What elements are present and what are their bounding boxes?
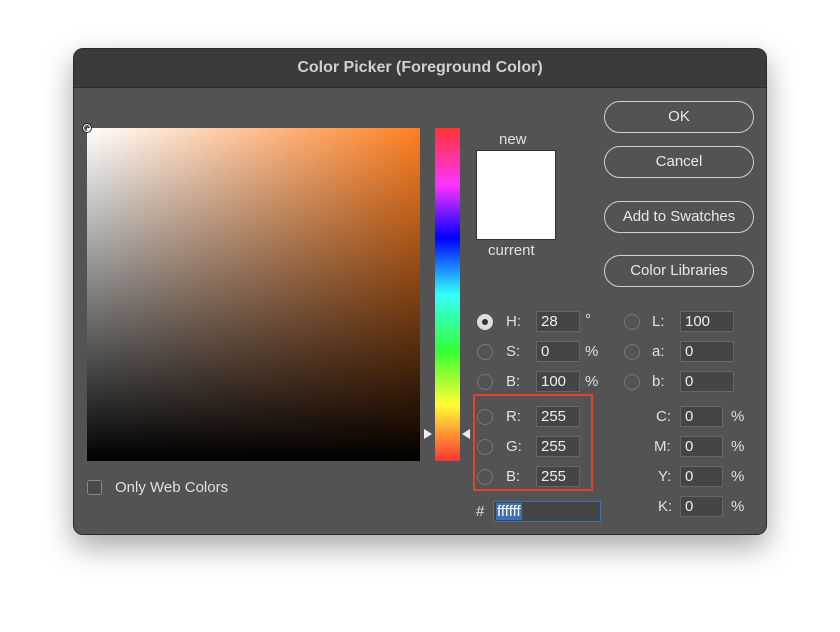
brightness-radio[interactable] xyxy=(477,374,493,390)
lab-l-label: L: xyxy=(652,313,665,330)
current-color-swatch[interactable] xyxy=(476,195,556,240)
blue-label: B: xyxy=(506,468,521,485)
hue-input[interactable]: 28 xyxy=(536,311,580,332)
black-label: K: xyxy=(658,498,673,515)
dialog-title: Color Picker (Foreground Color) xyxy=(74,49,766,88)
only-web-colors-label[interactable]: Only Web Colors xyxy=(115,479,228,496)
blue-input[interactable]: 255 xyxy=(536,466,580,487)
hue-slider-right-handle[interactable] xyxy=(462,429,470,439)
red-radio[interactable] xyxy=(477,409,493,425)
lab-b-radio[interactable] xyxy=(624,374,640,390)
color-field[interactable] xyxy=(87,128,420,461)
hex-input[interactable]: ffffff xyxy=(493,501,601,522)
hue-radio[interactable] xyxy=(477,314,493,330)
magenta-label: M: xyxy=(654,438,671,455)
saturation-input[interactable]: 0 xyxy=(536,341,580,362)
blue-radio[interactable] xyxy=(477,469,493,485)
cyan-label: C: xyxy=(656,408,671,425)
lab-l-input[interactable]: 100 xyxy=(680,311,734,332)
saturation-radio[interactable] xyxy=(477,344,493,360)
lab-a-label: a: xyxy=(652,343,665,360)
yellow-input[interactable]: 0 xyxy=(680,466,723,487)
hex-value: ffffff xyxy=(496,503,522,520)
saturation-unit: % xyxy=(585,343,599,360)
lab-a-radio[interactable] xyxy=(624,344,640,360)
only-web-colors-checkbox[interactable] xyxy=(87,480,102,495)
hue-unit: ° xyxy=(585,311,591,328)
cancel-button[interactable]: Cancel xyxy=(604,146,754,178)
current-label: current xyxy=(488,242,535,259)
magenta-unit: % xyxy=(731,438,745,455)
add-to-swatches-button[interactable]: Add to Swatches xyxy=(604,201,754,233)
lab-b-label: b: xyxy=(652,373,665,390)
yellow-label: Y: xyxy=(658,468,672,485)
black-unit: % xyxy=(731,498,745,515)
hue-slider-left-handle[interactable] xyxy=(424,429,432,439)
green-radio[interactable] xyxy=(477,439,493,455)
brightness-label: B: xyxy=(506,373,521,390)
brightness-unit: % xyxy=(585,373,599,390)
lab-b-input[interactable]: 0 xyxy=(680,371,734,392)
color-field-cursor[interactable] xyxy=(82,123,92,133)
green-input[interactable]: 255 xyxy=(536,436,580,457)
brightness-input[interactable]: 100 xyxy=(536,371,580,392)
yellow-unit: % xyxy=(731,468,745,485)
hue-label: H: xyxy=(506,313,521,330)
green-label: G: xyxy=(506,438,522,455)
hue-slider[interactable] xyxy=(435,128,460,461)
red-label: R: xyxy=(506,408,521,425)
new-color-swatch xyxy=(476,150,556,196)
color-libraries-button[interactable]: Color Libraries xyxy=(604,255,754,287)
saturation-label: S: xyxy=(506,343,521,360)
cyan-input[interactable]: 0 xyxy=(680,406,723,427)
hex-label: # xyxy=(476,503,485,520)
black-input[interactable]: 0 xyxy=(680,496,723,517)
lab-a-input[interactable]: 0 xyxy=(680,341,734,362)
lab-l-radio[interactable] xyxy=(624,314,640,330)
color-picker-dialog: Color Picker (Foreground Color) new curr… xyxy=(73,48,767,535)
magenta-input[interactable]: 0 xyxy=(680,436,723,457)
cyan-unit: % xyxy=(731,408,745,425)
new-label: new xyxy=(499,131,527,148)
red-input[interactable]: 255 xyxy=(536,406,580,427)
ok-button[interactable]: OK xyxy=(604,101,754,133)
